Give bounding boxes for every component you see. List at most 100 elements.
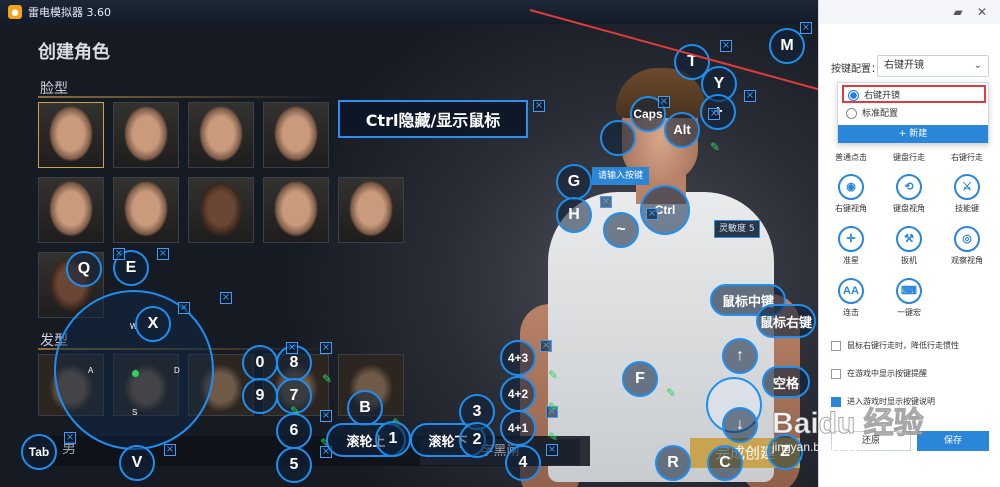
tool-right-view[interactable]: ◉ 右键视角 — [823, 174, 879, 214]
tool-observe[interactable]: ◎ 观察视角 — [939, 226, 995, 266]
tool-label: 扳机 — [901, 256, 917, 265]
face-option[interactable] — [113, 102, 179, 168]
key-up[interactable]: ↑ — [722, 338, 758, 374]
config-option-standard[interactable]: 标准配置 — [842, 105, 986, 123]
close-icon[interactable]: ✕ — [975, 5, 989, 19]
key-alt[interactable]: Alt — [664, 112, 700, 148]
key-0-delete-icon[interactable]: × — [286, 342, 298, 354]
face-option[interactable] — [188, 102, 254, 168]
key-input-prompt: 请输入按键 — [592, 167, 650, 185]
key-v-delete-icon[interactable]: × — [164, 444, 176, 456]
edit-pencil-icon[interactable]: ✎ — [666, 386, 676, 400]
option-show-key-hint[interactable]: 在游戏中显示按键提醒 — [831, 368, 927, 379]
new-config-button[interactable]: + 新建 — [838, 125, 988, 143]
face-option[interactable] — [338, 177, 404, 243]
key-0[interactable]: 0 — [242, 345, 278, 381]
key-x[interactable]: X — [135, 306, 171, 342]
key-tilde[interactable]: ~ — [603, 212, 639, 248]
config-option-right-scope[interactable]: 右键开镜 — [842, 85, 986, 103]
edit-pencil-icon[interactable]: ✎ — [548, 368, 558, 382]
tool-trigger[interactable]: ⚒ 扳机 — [881, 226, 937, 266]
key-1[interactable]: 1 — [375, 421, 411, 457]
face-option[interactable] — [38, 102, 104, 168]
key-q-delete-icon[interactable]: × — [113, 248, 125, 260]
face-option[interactable] — [263, 177, 329, 243]
tool-label: 右键行走 — [951, 153, 983, 162]
key-4-plus-1[interactable]: 4+1 — [500, 410, 536, 446]
edit-pencil-icon[interactable]: ✎ — [548, 430, 558, 444]
key-4-plus-3[interactable]: 4+3 — [500, 340, 536, 376]
face-option[interactable] — [38, 177, 104, 243]
ctrl-toggle-delete-icon[interactable]: × — [533, 100, 545, 112]
key-caps-ring[interactable] — [600, 120, 636, 156]
face-option[interactable] — [263, 102, 329, 168]
face-option[interactable] — [188, 177, 254, 243]
tool-crosshair[interactable]: ✛ 准星 — [823, 226, 879, 266]
tool-keyboard-view[interactable]: ⟲ 键盘视角 — [881, 174, 937, 214]
key-b[interactable]: B — [347, 390, 383, 426]
key-9[interactable]: 9 — [242, 378, 278, 414]
folder-icon[interactable]: ▰ — [951, 5, 965, 19]
tool-label: 普通点击 — [835, 153, 867, 162]
tool-right-walk[interactable]: 右键行走 — [939, 152, 995, 163]
key-x-delete-icon[interactable]: × — [178, 302, 190, 314]
key-down[interactable]: ↓ — [722, 407, 758, 443]
joystick-dir-s: S — [132, 408, 138, 417]
key-c[interactable]: C — [707, 445, 743, 481]
tool-combo[interactable]: AA 连击 — [823, 278, 879, 318]
keyboard-view-icon: ⟲ — [896, 174, 922, 200]
key-r[interactable]: R — [655, 445, 691, 481]
key-h[interactable]: H — [556, 197, 592, 233]
key-4-delete-icon[interactable]: × — [546, 444, 558, 456]
edit-pencil-icon[interactable]: ✎ — [548, 400, 558, 414]
key-alt-delete-icon[interactable]: × — [708, 108, 720, 120]
option-label: 在游戏中显示按键提醒 — [847, 369, 927, 378]
key-e-delete-icon[interactable]: × — [157, 248, 169, 260]
key-q[interactable]: Q — [66, 251, 102, 287]
key-t-delete-icon[interactable]: × — [720, 40, 732, 52]
ctrl-toggle-cursor-key[interactable]: Ctrl隐藏/显示鼠标 — [338, 100, 528, 138]
config-select[interactable]: 右键开镜 ⌄ — [877, 55, 989, 77]
config-option-label: 右键开镜 — [864, 91, 901, 101]
key-space[interactable]: 空格 — [762, 366, 810, 398]
key-g[interactable]: G — [556, 164, 592, 200]
key-v[interactable]: V — [119, 445, 155, 481]
key-6[interactable]: 6 — [276, 413, 312, 449]
key-y-delete-icon[interactable]: × — [744, 90, 756, 102]
key-5[interactable]: 5 — [276, 447, 312, 483]
crosshair-icon: ✛ — [838, 226, 864, 252]
key-f[interactable]: F — [622, 361, 658, 397]
key-4-plus-3-delete-icon[interactable]: × — [540, 340, 552, 352]
tool-label: 观察视角 — [951, 256, 983, 265]
key-tab[interactable]: Tab — [21, 434, 57, 470]
wasd-joystick[interactable]: W A D S — [54, 290, 214, 450]
radio-selected-icon — [848, 90, 859, 101]
key-h-delete-icon[interactable]: × — [600, 196, 612, 208]
key-caps-delete-icon[interactable]: × — [658, 96, 670, 108]
joystick-delete-icon[interactable]: × — [220, 292, 232, 304]
config-option-label: 标准配置 — [862, 109, 899, 119]
key-8-delete-icon[interactable]: × — [320, 342, 332, 354]
key-6-delete-icon[interactable]: × — [320, 410, 332, 422]
key-2[interactable]: 2 — [459, 422, 495, 458]
key-right-mouse[interactable]: 鼠标右键 — [756, 304, 816, 338]
edit-pencil-icon[interactable]: ✎ — [710, 140, 720, 154]
key-m-delete-icon[interactable]: × — [800, 22, 812, 34]
tool-macro[interactable]: ⌨ 一键宏 — [881, 278, 937, 318]
edit-pencil-icon[interactable]: ✎ — [322, 372, 332, 386]
key-4[interactable]: 4 — [505, 445, 541, 481]
key-tab-delete-icon[interactable]: × — [64, 432, 76, 444]
checkbox[interactable] — [831, 340, 841, 351]
checkbox[interactable] — [831, 368, 841, 379]
option-reduce-inertia[interactable]: 鼠标右键行走时，降低行走惯性 — [831, 340, 959, 351]
key-tilde-delete-icon[interactable]: × — [646, 208, 658, 220]
tool-keyboard-walk[interactable]: 键盘行走 — [881, 152, 937, 163]
sensitivity-badge[interactable]: 灵敏度 5 — [714, 220, 760, 238]
joystick-center-dot — [132, 370, 139, 377]
tool-skill[interactable]: ⚔ 技能键 — [939, 174, 995, 214]
key-4-plus-2[interactable]: 4+2 — [500, 376, 536, 412]
face-option[interactable] — [113, 177, 179, 243]
panel-header: ▰ ✕ — [819, 0, 1000, 24]
tool-single-click[interactable]: 普通点击 — [823, 152, 879, 163]
face-section-label: 脸型 — [40, 81, 68, 97]
